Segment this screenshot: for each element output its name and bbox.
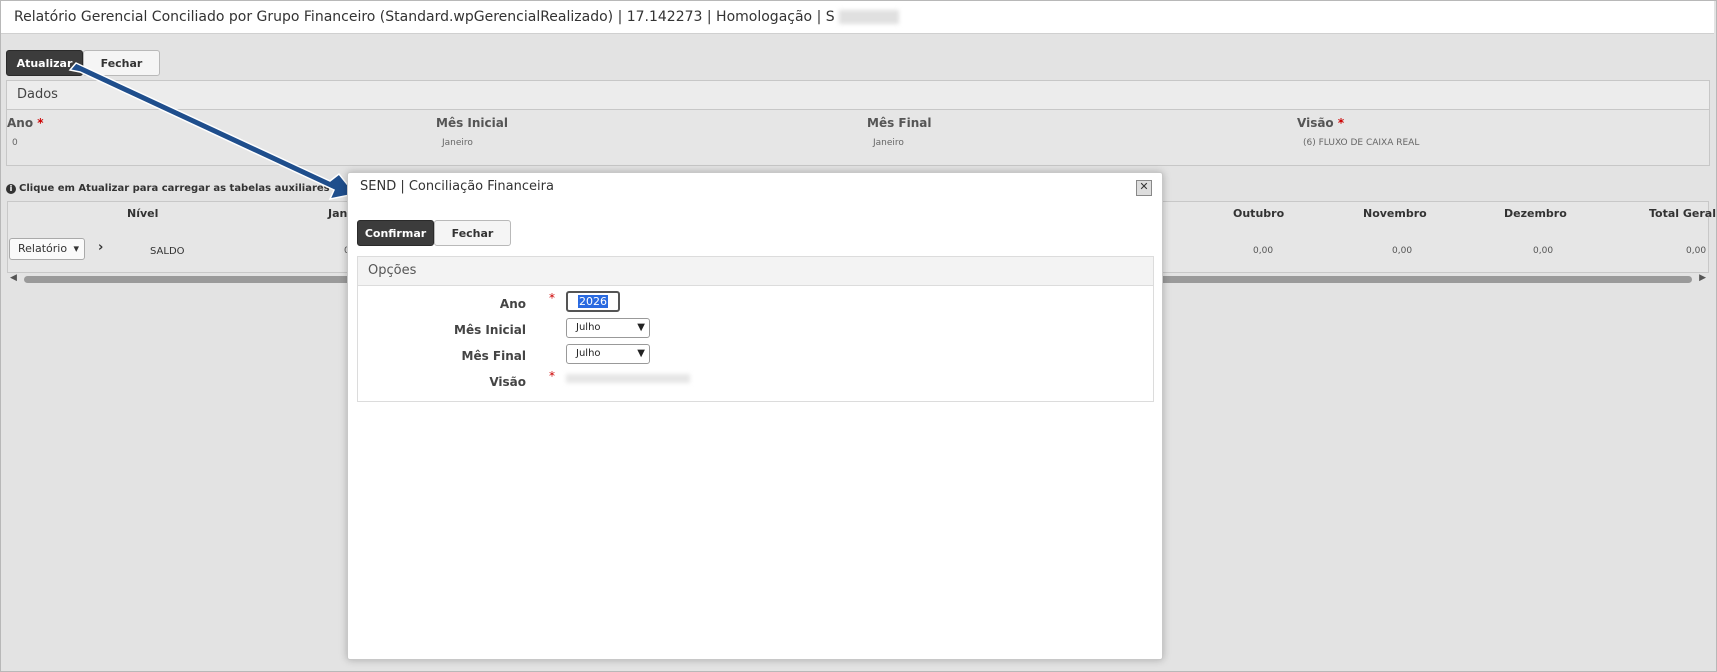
ano-input[interactable]: 2026 [566,291,620,312]
modal-mes-final-label: Mês Final [461,349,526,363]
opcoes-header: Opções [358,257,1153,286]
modal-ano-label: Ano [499,297,526,311]
close-icon[interactable]: ✕ [1136,180,1152,196]
dialog-title: SEND | Conciliação Financeira [360,179,554,194]
chevron-down-icon: ▼ [637,348,645,359]
confirmar-button[interactable]: Confirmar [357,220,434,246]
visao-required-mark: * [549,369,555,383]
dialog-fechar-button[interactable]: Fechar [434,220,511,246]
chevron-down-icon: ▼ [637,322,645,333]
conciliacao-dialog: SEND | Conciliação Financeira ✕ Confirma… [347,172,1163,660]
modal-mes-inicial-label: Mês Inicial [454,323,526,337]
mes-inicial-select[interactable]: Julho ▼ [566,318,650,338]
modal-visao-label: Visão [489,375,526,389]
visao-redacted-field[interactable] [566,374,690,383]
ano-required-mark: * [549,291,555,305]
mes-final-select[interactable]: Julho ▼ [566,344,650,364]
